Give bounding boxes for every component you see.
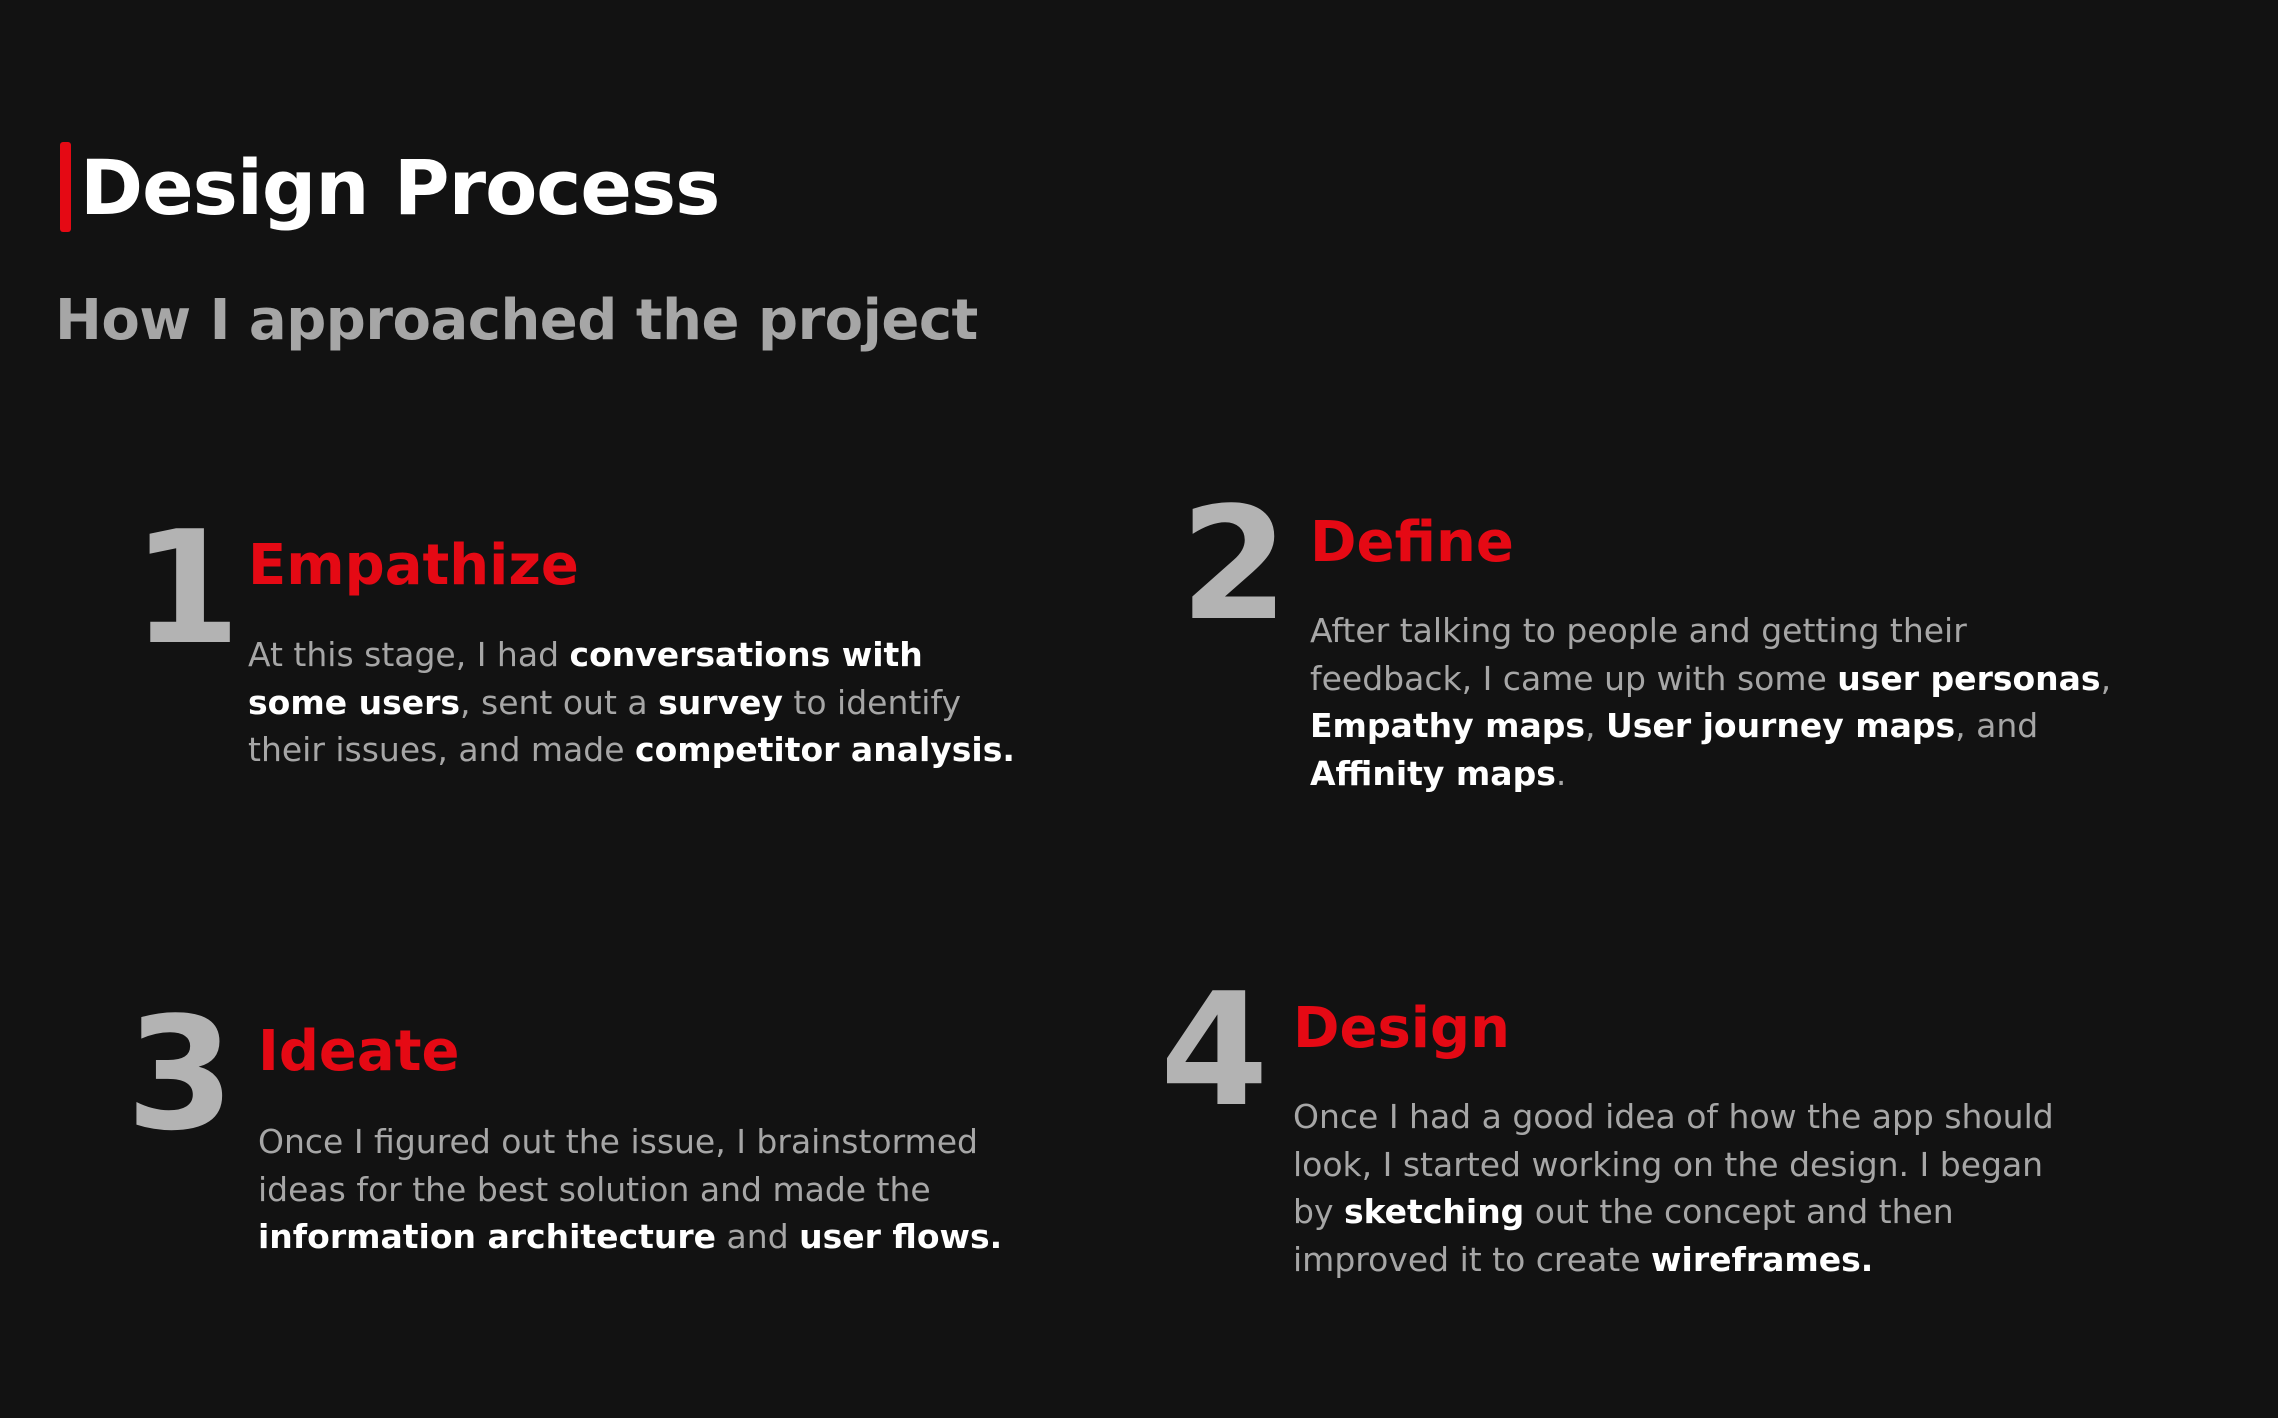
step-title: Empathize <box>248 533 579 598</box>
step-title: Define <box>1310 510 1514 575</box>
step-description: Once I had a good idea of how the app sh… <box>1293 1097 2054 1279</box>
step-title: Ideate <box>258 1019 460 1084</box>
step-title: Design <box>1293 996 1510 1061</box>
step-description: After talking to people and getting thei… <box>1310 611 2112 793</box>
step-number: 4 <box>1160 959 1269 1141</box>
step-number: 1 <box>132 497 241 679</box>
title-accent-bar <box>60 142 71 232</box>
page-subtitle: How I approached the project <box>55 288 978 353</box>
step-description: Once I figured out the issue, I brainsto… <box>258 1122 1003 1256</box>
step-number: 2 <box>1180 473 1289 655</box>
page-title: Design Process <box>80 143 720 232</box>
step-description: At this stage, I had conversations with s… <box>248 635 1015 769</box>
step-number: 3 <box>126 983 235 1165</box>
